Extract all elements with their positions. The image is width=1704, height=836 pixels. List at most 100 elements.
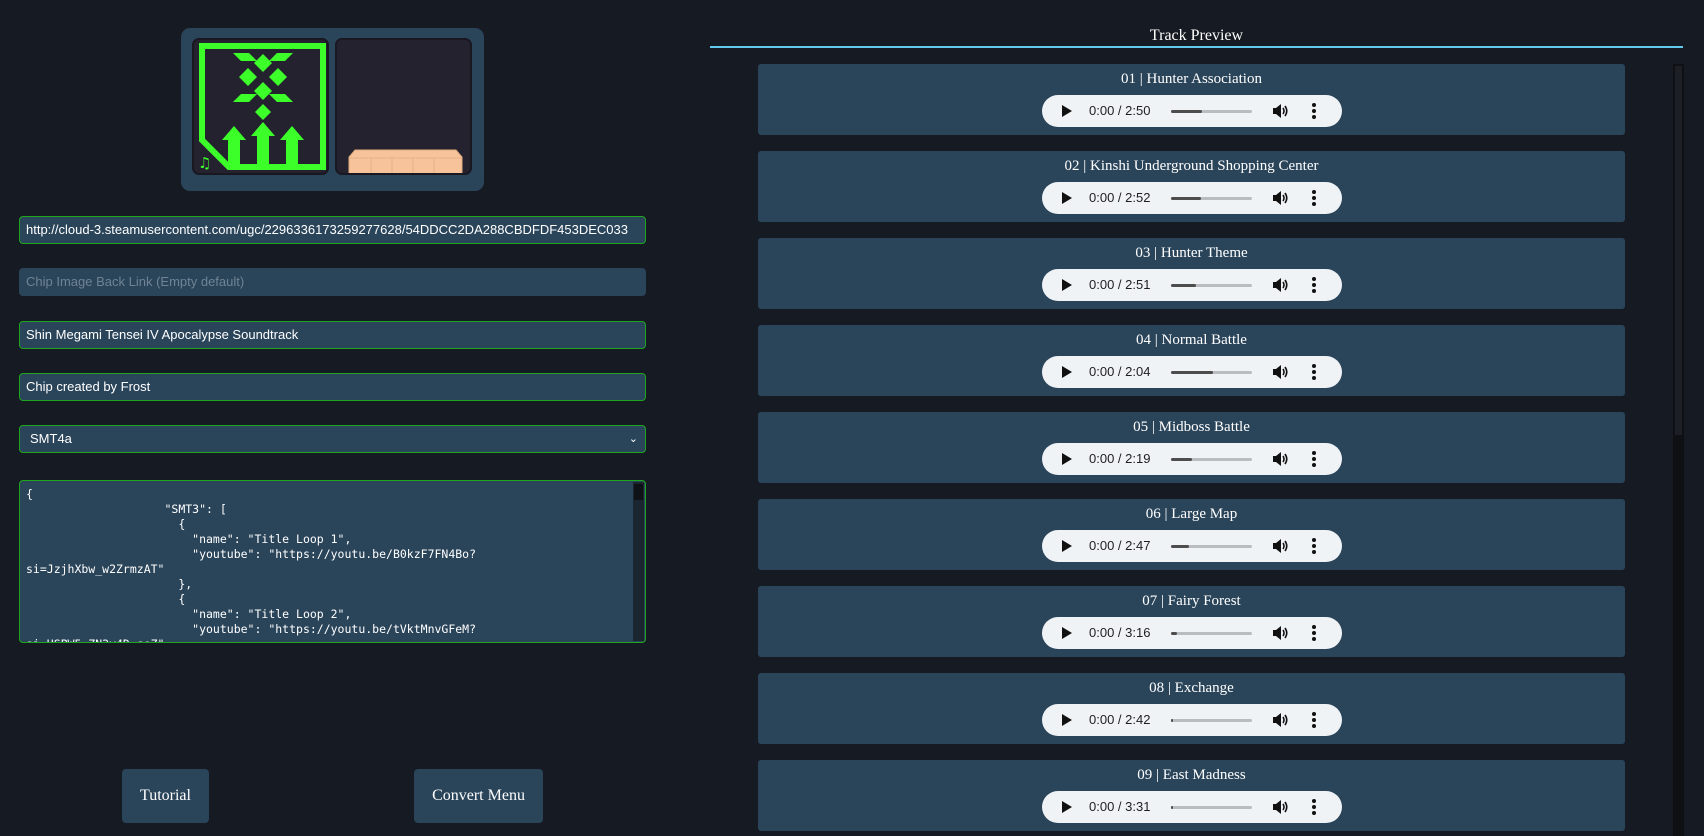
seek-slider[interactable] (1171, 371, 1252, 374)
tutorial-button[interactable]: Tutorial (122, 769, 209, 823)
track-name: 02 | Kinshi Underground Shopping Center (1064, 158, 1319, 174)
time-display: 0:00 / 2:52 (1089, 190, 1151, 205)
seek-slider[interactable] (1171, 545, 1252, 548)
volume-icon[interactable] (1273, 365, 1289, 379)
json-scrollbar-thumb[interactable] (634, 484, 643, 500)
time-display: 0:00 / 3:31 (1089, 799, 1151, 814)
time-display: 0:00 / 2:19 (1089, 451, 1151, 466)
chip-back-image (335, 38, 472, 175)
seek-slider[interactable] (1171, 284, 1252, 287)
volume-icon[interactable] (1273, 104, 1289, 118)
chip-image-link-input[interactable]: http://cloud-3.steamusercontent.com/ugc/… (19, 216, 646, 244)
more-options-dot (1312, 109, 1316, 113)
seek-slider[interactable] (1171, 458, 1252, 461)
json-scrollbar[interactable] (633, 482, 644, 641)
time-display: 0:00 / 2:51 (1089, 277, 1151, 292)
audio-player: 0:00 / 3:16 (1042, 617, 1342, 649)
more-options-dot (1312, 283, 1316, 287)
track-item: 01 | Hunter Association 0:00 / 2:50 (758, 64, 1625, 135)
music-note-icon: ♫ (198, 154, 212, 172)
more-options-dot (1312, 544, 1316, 548)
chip-image-back-link-input[interactable]: Chip Image Back Link (Empty default) (19, 268, 646, 296)
time-display: 0:00 / 2:42 (1089, 712, 1151, 727)
more-options-dot (1312, 451, 1316, 455)
seek-slider[interactable] (1171, 806, 1252, 809)
title-divider (710, 46, 1683, 48)
game-select-value: SMT4a (30, 431, 72, 446)
buffered-progress (1171, 458, 1192, 461)
track-name: 06 | Large Map (1145, 506, 1238, 522)
more-options-dot (1312, 364, 1316, 368)
track-item: 02 | Kinshi Underground Shopping Center 0… (758, 151, 1625, 222)
track-item: 03 | Hunter Theme 0:00 / 2:51 (758, 238, 1625, 309)
volume-icon[interactable] (1273, 278, 1289, 292)
track-name: 01 | Hunter Association (1121, 71, 1262, 87)
seek-slider[interactable] (1171, 719, 1252, 722)
volume-icon[interactable] (1273, 539, 1289, 553)
seek-slider[interactable] (1171, 632, 1252, 635)
track-name: 05 | Midboss Battle (1133, 419, 1250, 435)
volume-icon[interactable] (1273, 800, 1289, 814)
track-name: 09 | East Madness (1137, 767, 1246, 783)
track-list: 01 | Hunter Association 0:00 / 2:50 02 | K… (758, 64, 1625, 836)
track-item: 05 | Midboss Battle 0:00 / 2:19 (758, 412, 1625, 483)
volume-icon[interactable] (1273, 452, 1289, 466)
track-item: 09 | East Madness 0:00 / 3:31 (758, 760, 1625, 831)
play-icon[interactable] (1062, 279, 1072, 291)
more-options-dot (1312, 805, 1316, 809)
more-options-dot (1312, 190, 1316, 194)
play-icon[interactable] (1062, 801, 1072, 813)
play-icon[interactable] (1062, 453, 1072, 465)
time-display: 0:00 / 2:47 (1089, 538, 1151, 553)
more-options-dot (1312, 538, 1316, 542)
seek-slider[interactable] (1171, 110, 1252, 113)
chevron-down-icon: ⌄ (628, 432, 638, 445)
convert-menu-button[interactable]: Convert Menu (414, 769, 543, 823)
page-scrollbar[interactable] (1673, 64, 1684, 836)
track-name: 03 | Hunter Theme (1135, 245, 1248, 261)
track-name: 07 | Fairy Forest (1142, 593, 1241, 609)
play-icon[interactable] (1062, 366, 1072, 378)
audio-player: 0:00 / 2:50 (1042, 95, 1342, 127)
buffered-progress (1171, 545, 1189, 548)
more-options-dot (1312, 811, 1316, 815)
seek-slider[interactable] (1171, 197, 1252, 200)
play-icon[interactable] (1062, 627, 1072, 639)
play-icon[interactable] (1062, 714, 1072, 726)
volume-icon[interactable] (1273, 191, 1289, 205)
play-icon[interactable] (1062, 192, 1072, 204)
buffered-progress (1171, 632, 1177, 635)
more-options-dot (1312, 103, 1316, 107)
more-options-dot (1312, 718, 1316, 722)
play-icon[interactable] (1062, 540, 1072, 552)
chip-front-image: ♫ (192, 38, 329, 175)
track-item: 08 | Exchange 0:00 / 2:42 (758, 673, 1625, 744)
more-options-dot (1312, 289, 1316, 293)
more-options-dot (1312, 631, 1316, 635)
more-options-dot (1312, 202, 1316, 206)
buffered-progress (1171, 110, 1202, 113)
json-textarea[interactable]: { "SMT3": [ { "name": "Title Loop 1", "y… (19, 480, 646, 643)
buffered-progress (1171, 284, 1196, 287)
track-name: 08 | Exchange (1149, 680, 1234, 696)
more-options-dot (1312, 637, 1316, 641)
play-icon[interactable] (1062, 105, 1072, 117)
buffered-progress (1171, 719, 1173, 722)
more-options-dot (1312, 376, 1316, 380)
game-select[interactable]: SMT4a ⌄ (19, 425, 646, 453)
chip-description-input[interactable]: Chip created by Frost (19, 373, 646, 401)
more-options-dot (1312, 457, 1316, 461)
audio-player: 0:00 / 2:19 (1042, 443, 1342, 475)
more-options-dot (1312, 724, 1316, 728)
time-display: 0:00 / 3:16 (1089, 625, 1151, 640)
volume-icon[interactable] (1273, 713, 1289, 727)
page-scrollbar-thumb[interactable] (1675, 66, 1682, 435)
audio-player: 0:00 / 2:47 (1042, 530, 1342, 562)
chip-title-input[interactable]: Shin Megami Tensei IV Apocalypse Soundtr… (19, 321, 646, 349)
chip-preview: ♫ (181, 28, 484, 191)
track-item: 07 | Fairy Forest 0:00 / 3:16 (758, 586, 1625, 657)
more-options-dot (1312, 463, 1316, 467)
more-options-dot (1312, 277, 1316, 281)
volume-icon[interactable] (1273, 626, 1289, 640)
time-display: 0:00 / 2:50 (1089, 103, 1151, 118)
